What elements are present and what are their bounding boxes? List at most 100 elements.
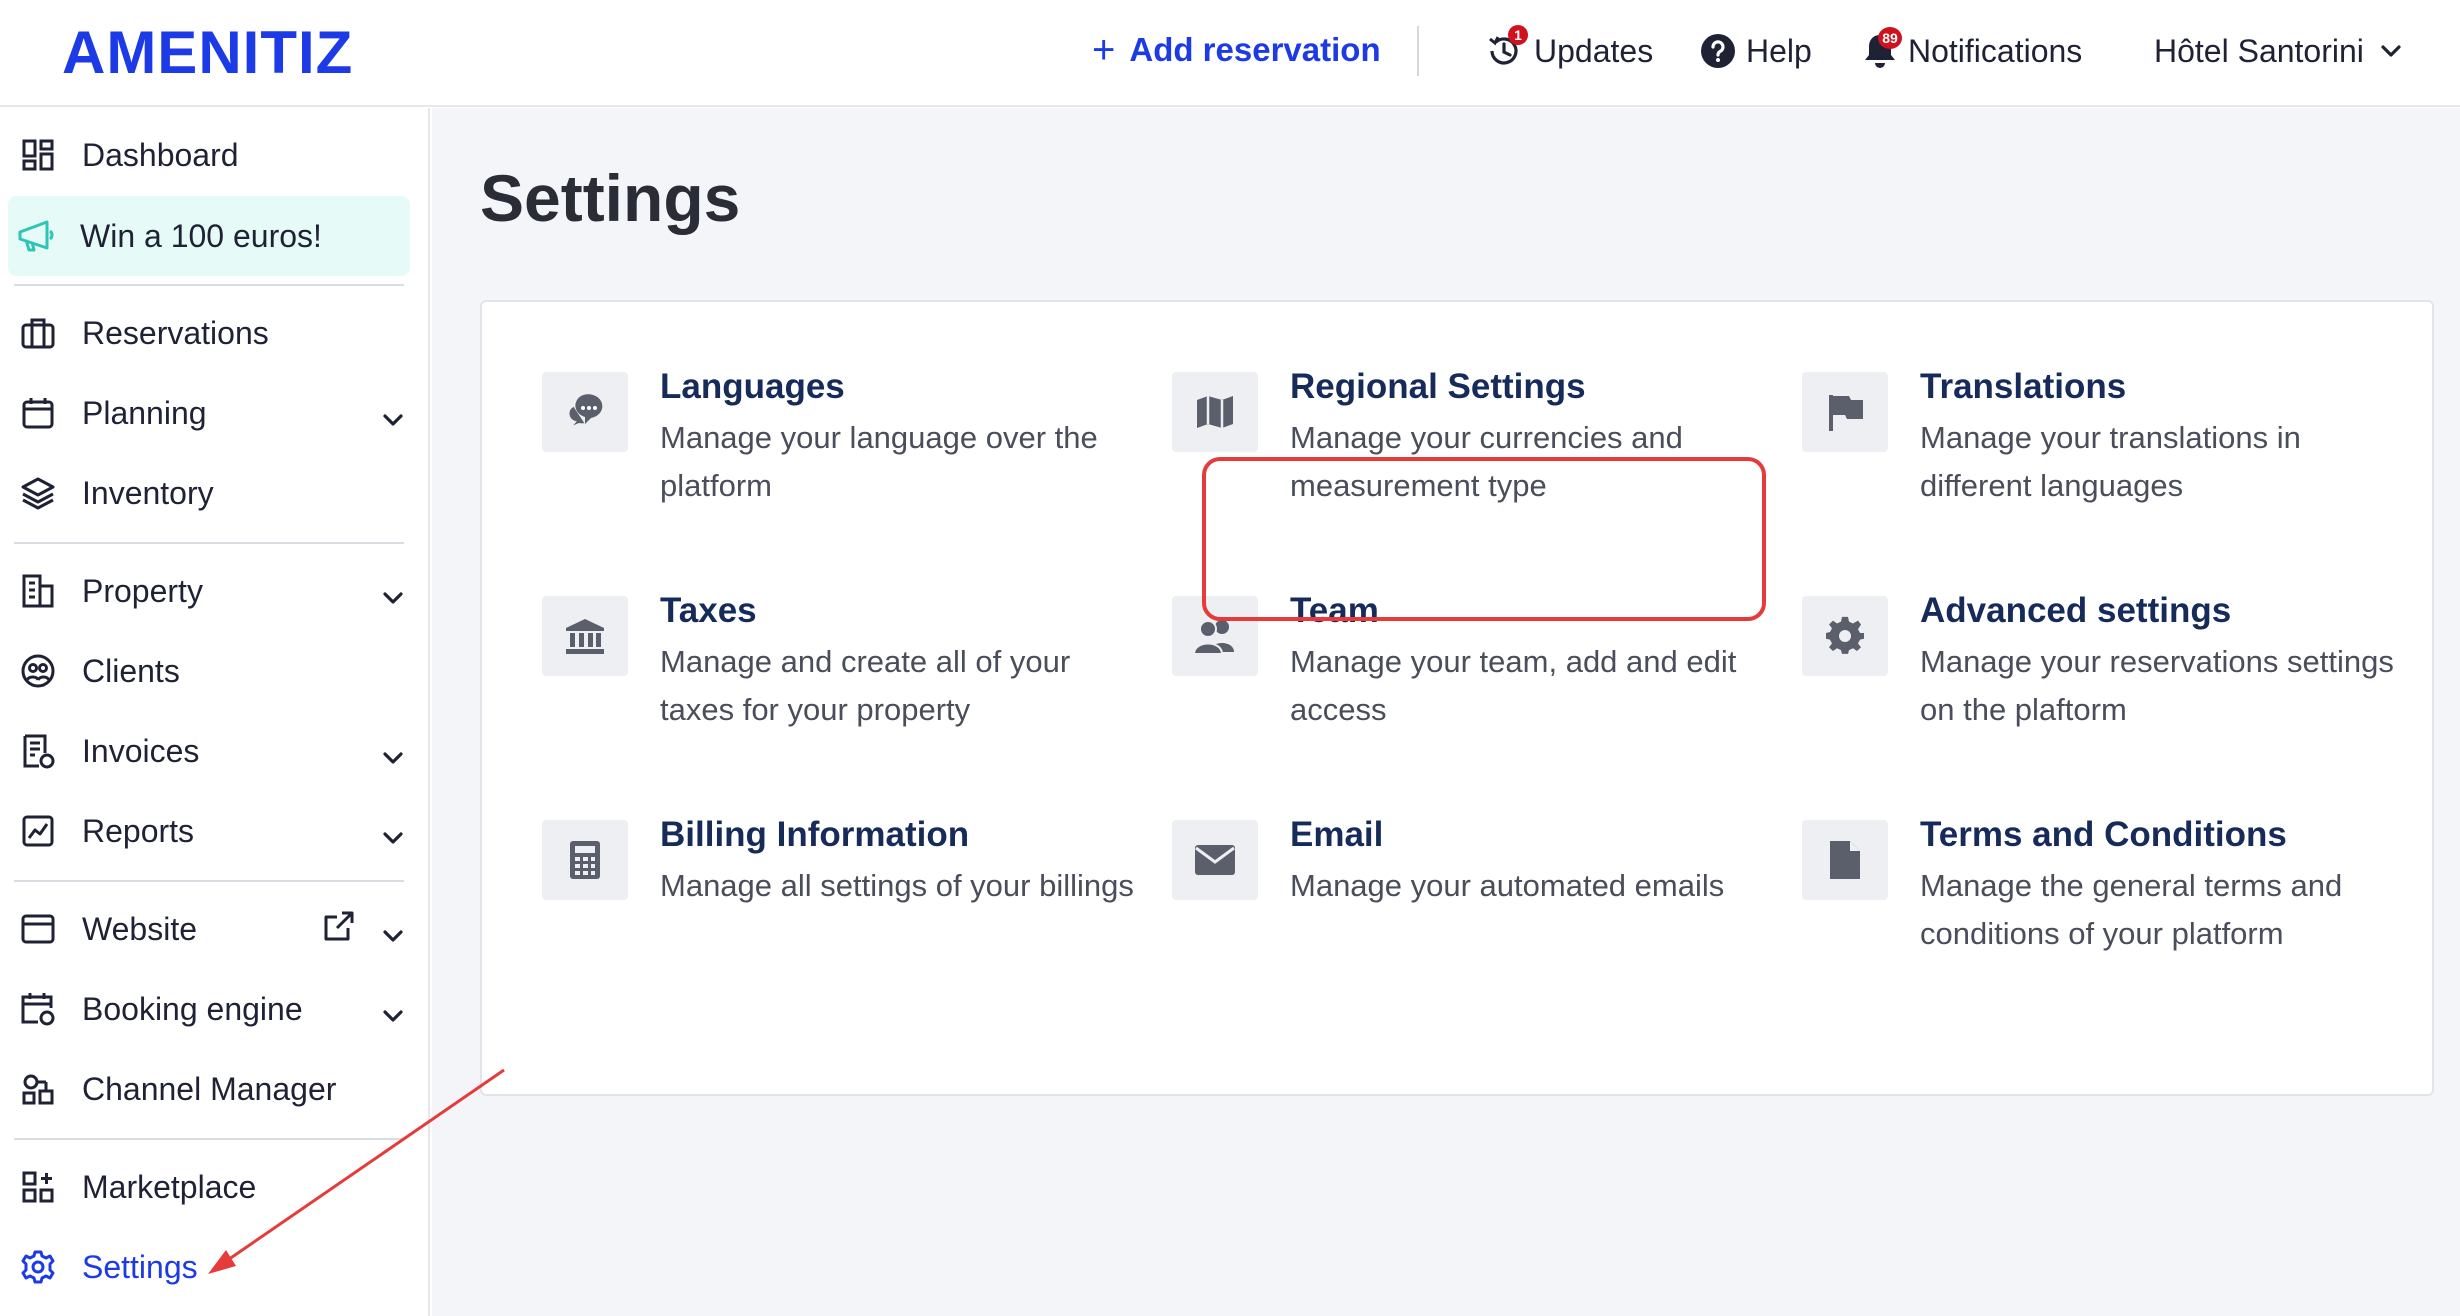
sidebar-divider — [14, 284, 404, 286]
sidebar-item-dashboard[interactable]: Dashboard — [10, 118, 414, 192]
tile-advanced-settings[interactable]: Advanced settings Manage your reservatio… — [1802, 586, 2394, 756]
help-label: Help — [1746, 32, 1812, 69]
sidebar-item-inventory[interactable]: Inventory — [10, 456, 414, 530]
chevron-down-icon — [382, 576, 404, 613]
sidebar-item-label: Channel Manager — [82, 1070, 337, 1107]
invoice-icon — [18, 731, 58, 771]
users-circle-icon — [18, 651, 58, 691]
browser-icon — [18, 909, 58, 949]
amenitiz-logo[interactable]: AMENITIZ — [62, 18, 353, 88]
tile-taxes[interactable]: Taxes Manage and create all of your taxe… — [542, 586, 1132, 756]
chevron-down-icon — [2380, 44, 2402, 58]
tile-title: Regional Settings — [1290, 367, 1586, 406]
tile-description: Manage and create all of your taxes for … — [660, 644, 1071, 727]
sidebar: Dashboard Win a 100 euros! Reservations — [0, 108, 430, 1316]
tile-title: Languages — [660, 367, 845, 406]
tile-description: Manage the general terms and conditions … — [1920, 868, 2343, 951]
sidebar-item-booking-engine[interactable]: Booking engine — [10, 972, 414, 1046]
tile-title: Email — [1290, 815, 1384, 854]
chart-icon — [18, 811, 58, 851]
settings-card: Languages Manage your language over the … — [480, 300, 2434, 1096]
sidebar-item-label: Settings — [82, 1248, 198, 1285]
help-button[interactable]: Help — [1700, 26, 1812, 76]
updates-label: Updates — [1534, 32, 1654, 69]
tile-description: Manage your reservations settings on the… — [1920, 644, 2394, 727]
sidebar-item-reservations[interactable]: Reservations — [10, 296, 414, 370]
highlight-annotation-box — [1202, 457, 1766, 621]
tile-title: Terms and Conditions — [1920, 815, 2287, 854]
chevron-down-icon — [382, 816, 404, 853]
sidebar-item-clients[interactable]: Clients — [10, 634, 414, 708]
sidebar-item-website[interactable]: Website — [10, 892, 414, 966]
chevron-down-icon — [382, 398, 404, 435]
sidebar-item-label: Dashboard — [82, 136, 239, 173]
add-reservation-label: Add reservation — [1129, 31, 1381, 68]
tile-title: Billing Information — [660, 815, 970, 854]
sidebar-item-label: Reports — [82, 812, 195, 849]
tile-title: Translations — [1920, 367, 2127, 406]
page-title: Settings — [480, 161, 741, 235]
channel-icon — [18, 1069, 58, 1109]
notifications-badge: 89 — [1878, 27, 1902, 49]
add-reservation-button[interactable]: + Add reservation — [1092, 28, 1381, 72]
envelope-icon — [1172, 820, 1258, 900]
gear-icon — [18, 1247, 58, 1287]
sidebar-item-label: Property — [82, 572, 203, 609]
sidebar-item-invoices[interactable]: Invoices — [10, 714, 414, 788]
notifications-label: Notifications — [1908, 32, 2083, 69]
notifications-button[interactable]: 89 Notifications — [1862, 26, 2082, 76]
sidebar-item-label: Inventory — [82, 474, 214, 511]
tile-terms-and-conditions[interactable]: Terms and Conditions Manage the general … — [1802, 810, 2392, 980]
sidebar-item-property[interactable]: Property — [10, 554, 414, 628]
bank-icon — [542, 596, 628, 676]
chat-bubbles-icon — [542, 372, 628, 452]
sidebar-item-label: Planning — [82, 394, 207, 431]
sidebar-item-planning[interactable]: Planning — [10, 376, 414, 450]
tile-description: Manage your translations in different la… — [1920, 420, 2301, 503]
sidebar-item-label: Booking engine — [82, 990, 303, 1027]
top-header: AMENITIZ + Add reservation 1 Updates Hel… — [0, 0, 2460, 107]
sidebar-item-label: Website — [82, 910, 198, 947]
calendar-icon — [18, 393, 58, 433]
sidebar-item-label: Marketplace — [82, 1168, 257, 1205]
external-link-icon[interactable] — [322, 909, 356, 951]
tile-billing-information[interactable]: Billing Information Manage all settings … — [542, 810, 1134, 980]
sidebar-item-marketplace[interactable]: Marketplace — [10, 1150, 414, 1224]
header-divider — [1417, 26, 1419, 76]
updates-button[interactable]: 1 Updates — [1484, 25, 1654, 76]
chevron-down-icon — [382, 994, 404, 1031]
chevron-down-icon — [382, 736, 404, 773]
layers-icon — [18, 473, 58, 513]
bell-icon: 89 — [1862, 27, 1902, 71]
tile-description: Manage your automated emails — [1290, 868, 1725, 903]
sidebar-item-label: Reservations — [82, 314, 269, 351]
tile-description: Manage your language over the platform — [660, 420, 1098, 503]
sidebar-item-channel-manager[interactable]: Channel Manager — [10, 1052, 414, 1126]
grid-plus-icon — [18, 1167, 58, 1207]
booking-calendar-icon — [18, 989, 58, 1029]
sidebar-item-promo[interactable]: Win a 100 euros! — [8, 196, 410, 276]
calculator-icon — [542, 820, 628, 900]
property-selector[interactable]: Hôtel Santorini — [2154, 26, 2402, 76]
briefcase-icon — [18, 313, 58, 353]
chevron-down-icon — [382, 914, 404, 951]
main-content: Settings Languages Manage your language … — [432, 108, 2460, 1316]
plus-icon: + — [1092, 28, 1116, 72]
sidebar-item-label: Clients — [82, 652, 180, 689]
map-icon — [1172, 372, 1258, 452]
tile-email[interactable]: Email Manage your automated emails — [1172, 810, 1762, 980]
sidebar-item-reports[interactable]: Reports — [10, 794, 414, 868]
sidebar-divider — [14, 880, 404, 882]
updates-badge: 1 — [1508, 25, 1528, 45]
document-icon — [1802, 820, 1888, 900]
property-name: Hôtel Santorini — [2154, 32, 2364, 69]
tile-description: Manage all settings of your billings — [660, 868, 1134, 903]
sidebar-item-settings[interactable]: Settings — [10, 1230, 414, 1304]
tile-languages[interactable]: Languages Manage your language over the … — [542, 362, 1132, 532]
building-icon — [18, 571, 58, 611]
help-icon — [1700, 33, 1736, 69]
sidebar-divider — [14, 1138, 404, 1140]
tile-translations[interactable]: Translations Manage your translations in… — [1802, 362, 2392, 532]
sidebar-item-label: Win a 100 euros! — [80, 217, 322, 254]
flag-icon — [1802, 372, 1888, 452]
